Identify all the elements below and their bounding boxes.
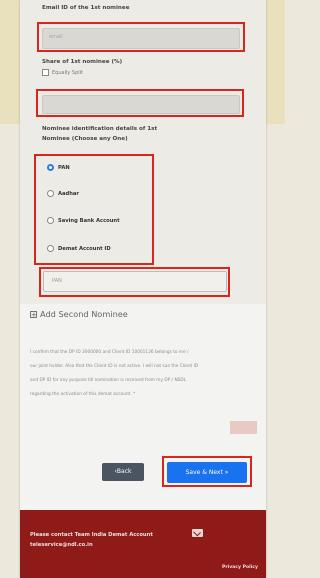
- radio-selected-icon[interactable]: [47, 164, 54, 171]
- radio-icon[interactable]: [47, 190, 54, 197]
- phone-screen: Email ID of the 1st nominee email Share …: [20, 0, 266, 578]
- consent-line: regarding the activation of this demat a…: [30, 392, 136, 397]
- add-second-nominee[interactable]: + Add Second Nominee: [30, 309, 128, 319]
- plus-icon[interactable]: +: [30, 310, 37, 318]
- radio-demat-id[interactable]: Demat Account ID: [47, 245, 111, 252]
- equal-split-checkbox[interactable]: Equally Split: [42, 69, 83, 76]
- footer-contact: Please contact Team India Demat Account …: [30, 530, 200, 550]
- add-second-nominee-label: Add Second Nominee: [40, 309, 128, 319]
- footer-contact-line1: Please contact Team India Demat Account: [30, 532, 153, 538]
- email-label: Email ID of the 1st nominee: [42, 5, 130, 11]
- share-field-highlight: [36, 89, 244, 117]
- footer-contact-email[interactable]: teleservice@ndl.co.in: [30, 540, 200, 550]
- consent-text: I confirm that the DP ID 3000000 and Cli…: [30, 346, 258, 402]
- radio-aadhar-label: Aadhar: [58, 190, 79, 197]
- privacy-policy-link[interactable]: Privacy Policy: [222, 565, 258, 570]
- radio-pan-label: PAN: [58, 164, 70, 171]
- checkbox-box[interactable]: [42, 69, 49, 76]
- nominee-form: Email ID of the 1st nominee email Share …: [20, 0, 266, 304]
- id-details-label-line1: Nominee identification details of 1st: [42, 126, 158, 132]
- equal-split-label: Equally Split: [52, 69, 83, 76]
- consent-line: and DP ID for any purpose till nominatio…: [30, 378, 187, 383]
- radio-bank-account-label: Saving Bank Account: [58, 217, 120, 224]
- radio-demat-id-label: Demat Account ID: [58, 245, 111, 252]
- radio-pan[interactable]: PAN: [47, 164, 70, 171]
- radio-aadhar[interactable]: Aadhar: [47, 190, 79, 197]
- back-button[interactable]: ‹Back: [102, 463, 144, 481]
- consent-line: our joint holder. Also that the Client I…: [30, 364, 199, 369]
- consent-checkbox[interactable]: [230, 421, 257, 434]
- footer: Please contact Team India Demat Account …: [20, 510, 266, 578]
- id-details-label-line2: Nominee (Choose any One): [42, 136, 128, 142]
- share-label: Share of 1st nominee (%): [42, 59, 123, 65]
- radio-icon[interactable]: [47, 217, 54, 224]
- id-input-highlight: [39, 267, 230, 297]
- consent-line: I confirm that the DP ID 3000000 and Cli…: [30, 350, 189, 355]
- radio-bank-account[interactable]: Saving Bank Account: [47, 217, 120, 224]
- mail-icon[interactable]: [192, 529, 203, 537]
- radio-icon[interactable]: [47, 245, 54, 252]
- email-field-highlight: [37, 22, 245, 52]
- save-next-highlight: [162, 456, 252, 487]
